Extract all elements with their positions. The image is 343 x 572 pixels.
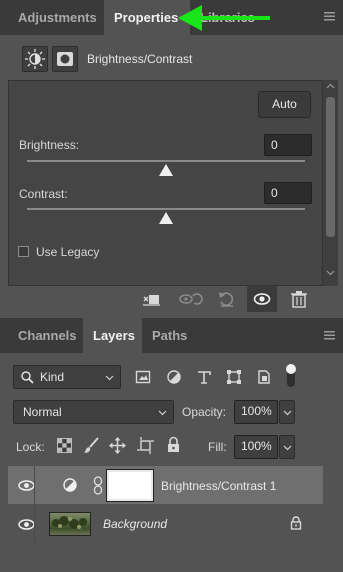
lock-transparent-pixels-icon[interactable] xyxy=(57,438,72,453)
type-layer-filter-icon[interactable] xyxy=(196,369,212,385)
layer-name[interactable]: Brightness/Contrast 1 xyxy=(161,479,276,493)
scroll-up-icon[interactable] xyxy=(326,82,335,91)
clip-to-layer-icon[interactable] xyxy=(140,287,162,311)
contrast-slider-thumb[interactable] xyxy=(159,212,173,224)
contrast-input[interactable]: 0 xyxy=(264,182,312,204)
top-tab-bar: Adjustments Properties Libraries xyxy=(0,0,343,35)
use-legacy-label: Use Legacy xyxy=(36,245,100,259)
contrast-slider-track[interactable] xyxy=(27,208,305,210)
smart-object-filter-icon[interactable] xyxy=(256,369,272,385)
brightness-slider-track[interactable] xyxy=(27,160,305,162)
chevron-down-icon xyxy=(158,408,167,417)
reset-icon[interactable] xyxy=(216,287,238,311)
layer-mask-thumbnail[interactable] xyxy=(106,469,154,502)
eye-icon[interactable] xyxy=(18,519,35,530)
shape-layer-filter-icon[interactable] xyxy=(226,369,242,385)
filter-toggle-switch[interactable] xyxy=(284,362,298,390)
blend-mode-value: Normal xyxy=(23,405,62,419)
chevron-down-icon xyxy=(283,408,292,417)
tab-paths[interactable]: Paths xyxy=(142,318,197,353)
opacity-input[interactable]: 100% xyxy=(234,400,278,424)
annotation-arrow xyxy=(178,5,272,31)
lock-all-icon[interactable] xyxy=(166,436,181,453)
scroll-down-icon[interactable] xyxy=(326,268,335,277)
fill-dropdown[interactable] xyxy=(279,435,295,459)
lock-artboard-icon[interactable] xyxy=(137,437,154,454)
lock-label: Lock: xyxy=(16,440,45,454)
toggle-visibility-button[interactable] xyxy=(247,286,277,312)
search-icon xyxy=(21,371,34,384)
adjustment-layer-icon xyxy=(63,478,77,492)
layer-name[interactable]: Background xyxy=(103,517,167,531)
layer-row-background[interactable]: Background xyxy=(8,505,323,543)
brightness-input[interactable]: 0 xyxy=(264,134,312,156)
link-icon[interactable] xyxy=(93,476,103,495)
contrast-label: Contrast: xyxy=(19,187,68,201)
auto-button[interactable]: Auto xyxy=(258,91,311,118)
filter-kind-value: Kind xyxy=(40,370,65,384)
trash-icon[interactable] xyxy=(289,287,311,311)
tab-adjustments[interactable]: Adjustments xyxy=(8,0,107,35)
layers-panel-menu-icon[interactable] xyxy=(324,331,335,340)
opacity-label: Opacity: xyxy=(182,405,227,419)
eye-icon[interactable] xyxy=(18,480,35,491)
chevron-down-icon xyxy=(283,443,292,452)
layer-row-brightness-contrast[interactable]: Brightness/Contrast 1 xyxy=(8,466,323,504)
blend-mode-dropdown[interactable]: Normal xyxy=(13,400,174,424)
brightness-contrast-icon xyxy=(22,46,48,72)
row-divider xyxy=(34,466,35,504)
brightness-slider-thumb[interactable] xyxy=(159,164,173,176)
view-previous-state-icon[interactable] xyxy=(178,287,203,311)
tab-layers[interactable]: Layers xyxy=(83,318,142,353)
row-divider xyxy=(34,505,35,543)
chevron-down-icon xyxy=(105,373,114,382)
brightness-label: Brightness: xyxy=(19,138,80,152)
fill-label: Fill: xyxy=(208,440,227,454)
lock-position-icon[interactable] xyxy=(109,437,126,454)
fill-input[interactable]: 100% xyxy=(234,435,278,459)
opacity-dropdown[interactable] xyxy=(279,400,295,424)
layer-mask-icon[interactable] xyxy=(52,46,78,72)
filter-kind-dropdown[interactable]: Kind xyxy=(13,365,121,389)
lock-icon xyxy=(290,516,302,530)
panel-menu-icon[interactable] xyxy=(324,12,335,21)
lock-image-pixels-icon[interactable] xyxy=(83,437,100,454)
background-thumbnail[interactable] xyxy=(49,512,91,536)
tab-channels[interactable]: Channels xyxy=(8,318,87,353)
bottom-tab-bar: Channels Layers Paths xyxy=(0,318,343,353)
adjustment-layer-filter-icon[interactable] xyxy=(166,369,182,385)
properties-title: Brightness/Contrast xyxy=(87,52,193,66)
use-legacy-checkbox[interactable] xyxy=(18,246,29,257)
pixel-layer-filter-icon[interactable] xyxy=(135,369,151,385)
scroll-thumb[interactable] xyxy=(326,97,335,237)
